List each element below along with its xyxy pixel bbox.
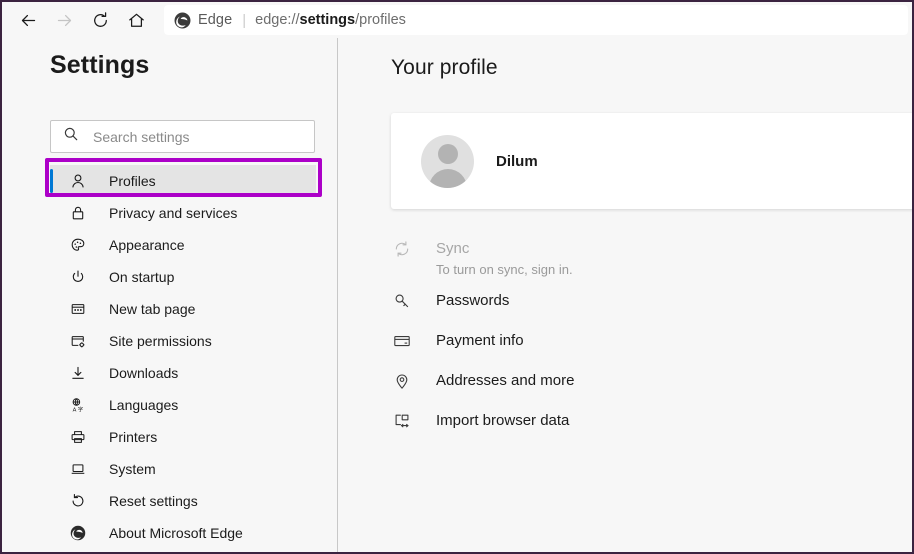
search-placeholder: Search settings xyxy=(93,128,190,145)
settings-nav-list: Profiles Privacy and services Appearance… xyxy=(50,165,316,549)
option-label: Payment info xyxy=(436,332,524,349)
home-button[interactable] xyxy=(118,4,154,36)
sidebar-item-downloads[interactable]: Downloads xyxy=(50,357,316,389)
refresh-button[interactable] xyxy=(82,4,118,36)
browser-toolbar: Edge | edge://settings/profiles xyxy=(2,2,912,38)
forward-arrow-icon xyxy=(55,11,74,30)
sidebar-item-label: Reset settings xyxy=(109,493,198,509)
sidebar-item-label: Downloads xyxy=(109,365,179,381)
url-bold-segment: settings xyxy=(299,12,356,28)
browser-window: Edge | edge://settings/profiles Settings… xyxy=(0,0,914,554)
address-bar[interactable]: Edge | edge://settings/profiles xyxy=(164,5,908,35)
option-sublabel: To turn on sync, sign in. xyxy=(436,262,573,277)
sidebar-item-appearance[interactable]: Appearance xyxy=(50,229,316,261)
option-addresses-and-more[interactable]: Addresses and more xyxy=(391,368,891,408)
sidebar-item-system[interactable]: System xyxy=(50,453,316,485)
site-permissions-icon xyxy=(68,333,88,349)
avatar-shoulders xyxy=(428,168,467,188)
edge-logo-icon xyxy=(174,12,191,29)
laptop-icon xyxy=(68,461,88,477)
home-icon xyxy=(127,11,146,30)
credit-card-icon xyxy=(391,332,413,350)
reset-icon xyxy=(68,493,88,509)
settings-content: Your profile Dilum Sync To turn on sync,… xyxy=(339,38,912,552)
profile-name: Dilum xyxy=(496,152,538,170)
option-label: Addresses and more xyxy=(436,372,575,389)
omnibox-brand-label: Edge xyxy=(198,12,233,28)
back-arrow-icon xyxy=(19,11,38,30)
sidebar-item-label: Languages xyxy=(109,397,179,413)
new-tab-icon xyxy=(68,301,88,317)
sidebar-item-privacy-and-services[interactable]: Privacy and services xyxy=(50,197,316,229)
person-icon xyxy=(68,173,88,189)
forward-button[interactable] xyxy=(46,4,82,36)
key-icon xyxy=(391,292,413,310)
url-prefix: edge:// xyxy=(255,12,300,28)
sidebar-item-label: About Microsoft Edge xyxy=(109,525,243,541)
option-label: Passwords xyxy=(436,292,510,309)
content-heading: Your profile xyxy=(391,56,498,79)
languages-icon: A 字 xyxy=(68,397,88,413)
settings-sidebar: Settings Search settings Profiles Privac… xyxy=(2,38,338,552)
omnibox-separator: | xyxy=(242,11,247,29)
profile-options-list: Sync To turn on sync, sign in. Passwords… xyxy=(391,236,891,448)
palette-icon xyxy=(68,237,88,253)
sidebar-item-label: Site permissions xyxy=(109,333,212,349)
option-passwords[interactable]: Passwords xyxy=(391,288,891,328)
location-pin-icon xyxy=(391,372,413,390)
option-text: Passwords xyxy=(436,291,509,310)
option-import-browser-data[interactable]: Import browser data xyxy=(391,408,891,448)
sidebar-item-reset-settings[interactable]: Reset settings xyxy=(50,485,316,517)
url-suffix: /profiles xyxy=(355,12,406,28)
search-settings-input[interactable]: Search settings xyxy=(50,120,315,153)
sidebar-item-site-permissions[interactable]: Site permissions xyxy=(50,325,316,357)
option-label: Sync xyxy=(436,240,470,257)
option-text: Payment info xyxy=(436,331,524,350)
sidebar-item-label: Profiles xyxy=(109,173,156,189)
sidebar-item-label: New tab page xyxy=(109,301,196,317)
sync-icon xyxy=(391,240,413,258)
sidebar-item-label: Appearance xyxy=(109,237,185,253)
body-area: Settings Search settings Profiles Privac… xyxy=(2,38,912,552)
option-sync[interactable]: Sync To turn on sync, sign in. xyxy=(391,236,891,279)
edge-logo-icon xyxy=(68,525,88,541)
page-title: Settings xyxy=(50,51,150,79)
option-text: Addresses and more xyxy=(436,371,574,390)
default-avatar-icon xyxy=(421,134,474,188)
option-payment-info[interactable]: Payment info xyxy=(391,328,891,368)
import-icon xyxy=(391,412,413,430)
sidebar-item-about-microsoft-edge[interactable]: About Microsoft Edge xyxy=(50,517,316,549)
printer-icon xyxy=(68,429,88,445)
sidebar-item-new-tab-page[interactable]: New tab page xyxy=(50,293,316,325)
sidebar-item-on-startup[interactable]: On startup xyxy=(50,261,316,293)
download-icon xyxy=(68,365,88,381)
option-label: Import browser data xyxy=(436,412,570,429)
back-button[interactable] xyxy=(10,4,46,36)
lock-icon xyxy=(68,205,88,221)
search-icon xyxy=(63,126,79,147)
sidebar-item-label: System xyxy=(109,461,156,477)
sidebar-item-label: Printers xyxy=(109,429,158,445)
refresh-icon xyxy=(91,11,110,30)
sidebar-item-label: Privacy and services xyxy=(109,205,238,221)
sidebar-item-label: On startup xyxy=(109,269,175,285)
sidebar-item-languages[interactable]: A 字 Languages xyxy=(50,389,316,421)
profile-card[interactable]: Dilum xyxy=(391,113,912,209)
sidebar-item-profiles[interactable]: Profiles xyxy=(50,165,316,197)
svg-text:字: 字 xyxy=(78,406,84,413)
power-icon xyxy=(68,269,88,285)
sidebar-item-printers[interactable]: Printers xyxy=(50,421,316,453)
svg-text:A: A xyxy=(73,408,77,413)
omnibox-url[interactable]: edge://settings/profiles xyxy=(255,12,406,28)
option-text: Import browser data xyxy=(436,411,569,430)
option-text: Sync To turn on sync, sign in. xyxy=(436,239,573,279)
avatar-head xyxy=(437,143,458,164)
